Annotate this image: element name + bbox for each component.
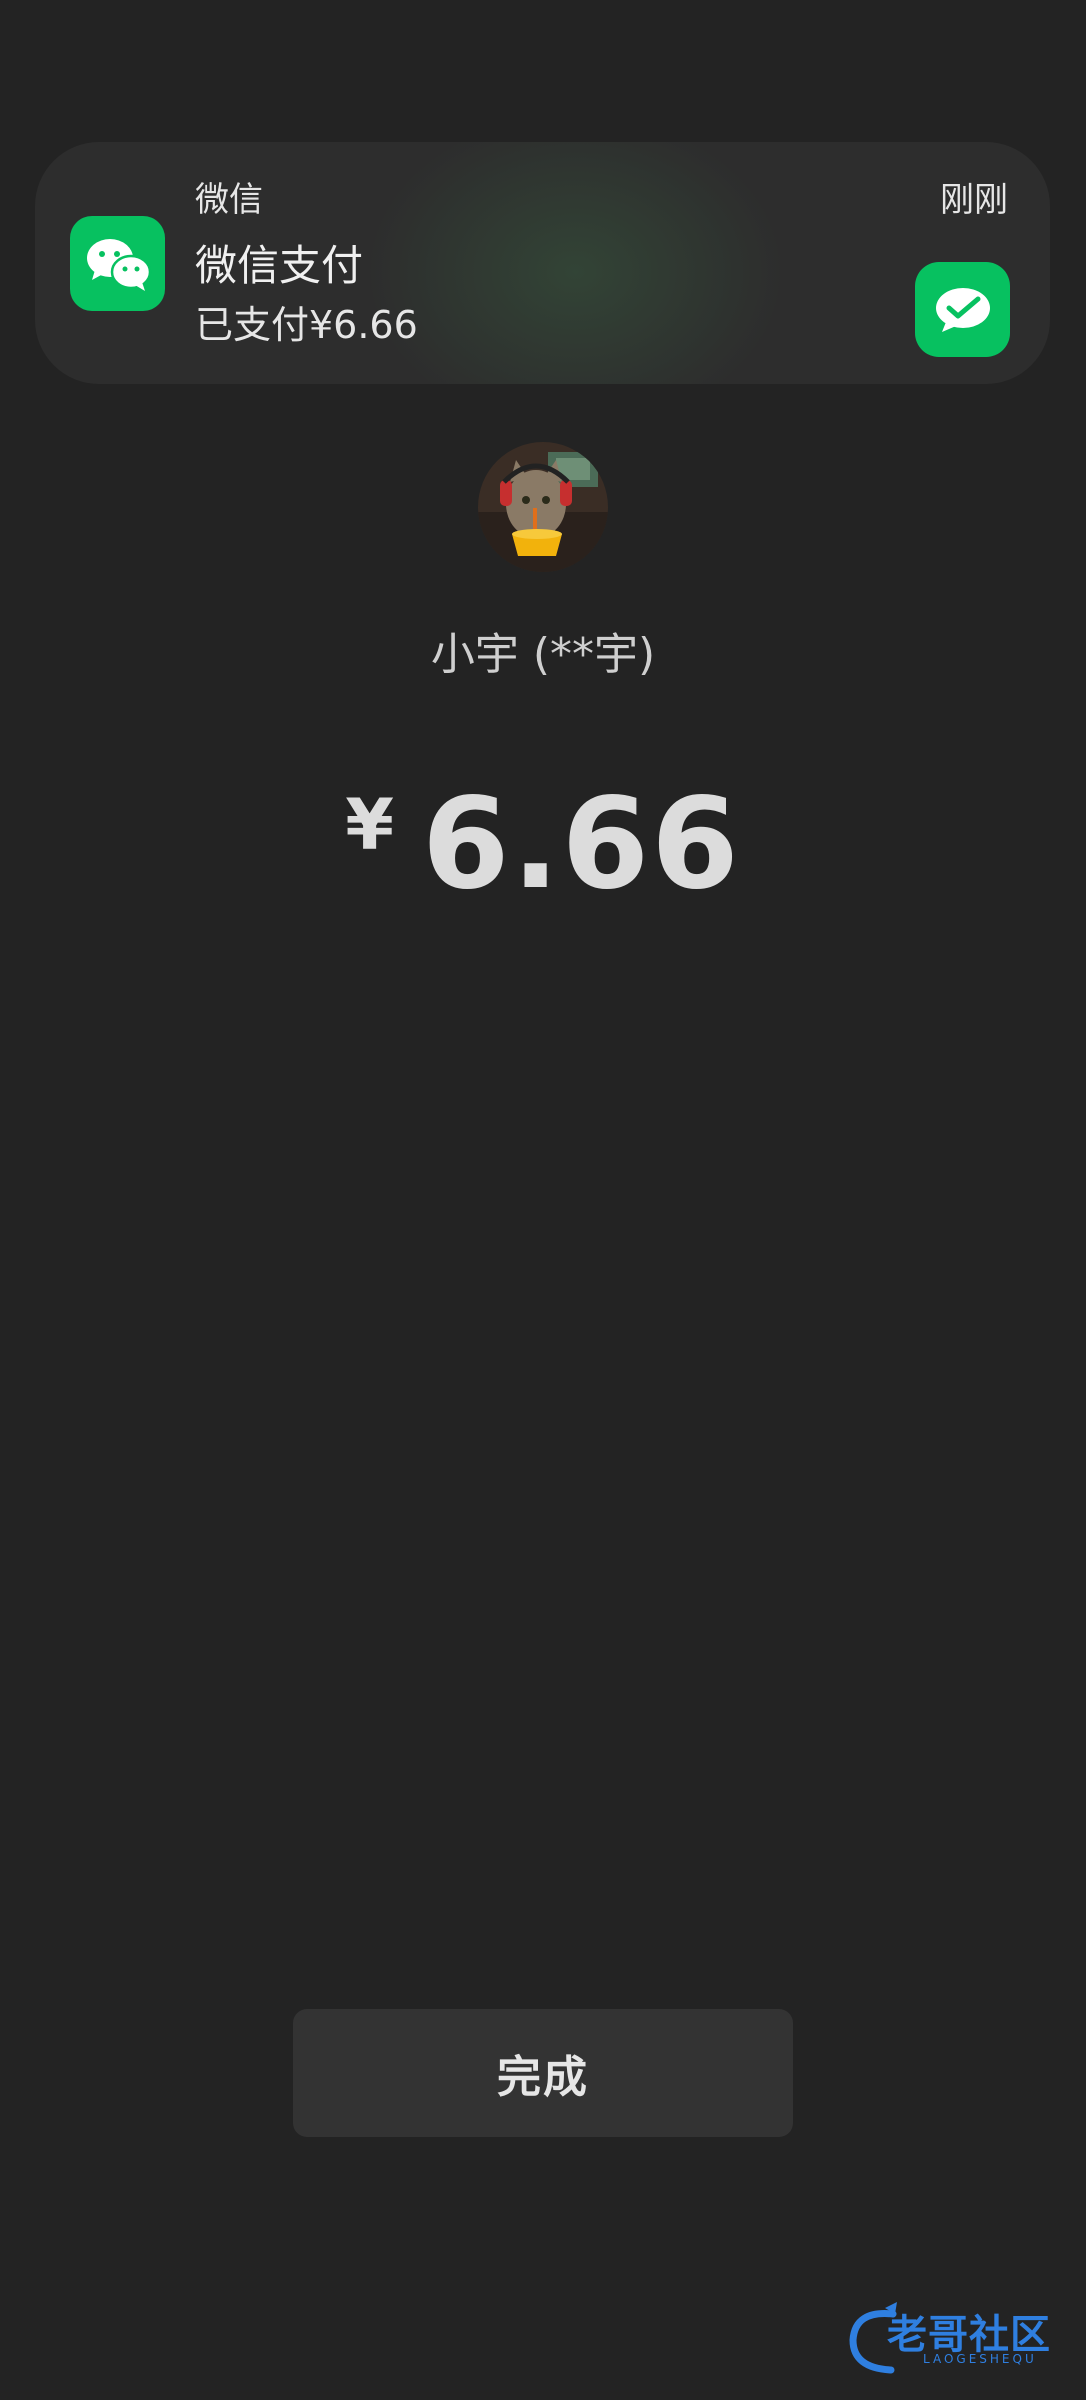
amount-value: 6.66 (421, 770, 741, 917)
currency-symbol: ¥ (345, 784, 394, 866)
watermark-subtext: LAOGESHEQU (923, 2352, 1037, 2366)
notification-app-name: 微信 (195, 180, 263, 220)
wechat-pay-icon[interactable] (915, 262, 1010, 357)
payee-name: 小宇 (**宇) (430, 629, 656, 680)
payment-amount: ¥ 6.66 (0, 770, 1086, 917)
done-button[interactable]: 完成 (293, 2009, 793, 2137)
watermark-logo: 老哥社区 LAOGESHEQU (845, 2300, 1075, 2380)
cat-avatar (478, 442, 608, 572)
notification-title: 微信支付 (195, 241, 364, 290)
notification-body: 已支付¥6.66 (195, 303, 418, 347)
notification-time: 刚刚 (940, 180, 1008, 220)
notification-banner[interactable]: 微信 微信支付 已支付¥6.66 刚刚 (35, 142, 1050, 384)
wechat-icon (70, 216, 165, 311)
banner-glow (365, 142, 785, 384)
